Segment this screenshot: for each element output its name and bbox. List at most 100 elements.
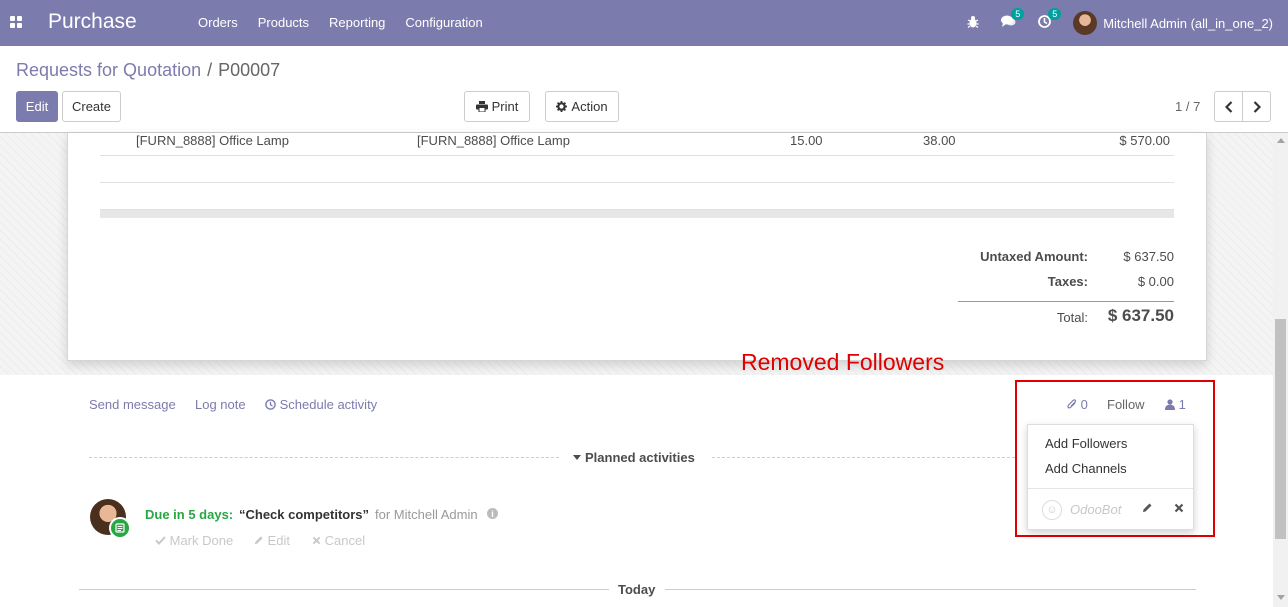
print-label: Print (491, 99, 519, 114)
annotation-label: Removed Followers (741, 349, 945, 375)
activity-summary: “Check competitors” (239, 507, 370, 522)
app-brand[interactable]: Purchase (48, 10, 137, 34)
send-message-button[interactable]: Send message (89, 397, 176, 412)
add-channels-item[interactable]: Add Channels (1045, 461, 1127, 476)
activity-due: Due in 5 days: (145, 507, 234, 522)
activities-count-badge: 5 (1048, 8, 1062, 20)
apps-menu-icon[interactable] (10, 16, 22, 28)
line-subtotal: $ 570.00 (1119, 133, 1170, 148)
menu-orders[interactable]: Orders (198, 15, 238, 30)
attachments-count: 0 (1080, 397, 1088, 412)
followers-count: 1 (1178, 397, 1186, 412)
activities-icon[interactable]: 5 (1038, 8, 1062, 31)
schedule-activity-label: Schedule activity (279, 397, 378, 412)
activity-type-icon (109, 517, 131, 539)
bug-icon[interactable] (967, 15, 979, 31)
pager-previous-button[interactable] (1214, 91, 1243, 122)
activities-divider-right (712, 457, 1015, 458)
action-label: Action (571, 99, 608, 114)
systray: 5 5 Mitchell Admin (all_in_one_2) (967, 0, 1288, 46)
taxes-row: Taxes: $ 0.00 (958, 274, 1174, 299)
edit-follower-pencil-icon[interactable] (1142, 501, 1153, 516)
cancel-activity-label: Cancel (324, 533, 366, 548)
messages-icon[interactable]: 5 (1001, 8, 1025, 31)
breadcrumb-separator: / (207, 60, 213, 80)
line-description: [FURN_8888] Office Lamp (417, 133, 570, 148)
untaxed-amount-label: Untaxed Amount: (980, 249, 1088, 264)
add-followers-item[interactable]: Add Followers (1045, 436, 1127, 451)
top-navbar: Purchase Orders Products Reporting Confi… (0, 0, 1288, 46)
planned-activities-title: Planned activities (585, 450, 695, 465)
scroll-down-arrow-icon[interactable] (1277, 595, 1285, 600)
total-row: Total: $ 637.50 (958, 302, 1174, 327)
action-button[interactable]: Action (545, 91, 619, 122)
pencil-icon (254, 536, 263, 545)
mark-done-button[interactable]: Mark Done (155, 533, 233, 548)
remove-follower-close-icon[interactable] (1174, 501, 1184, 516)
pager-next-button[interactable] (1242, 91, 1271, 122)
follower-name[interactable]: OdooBot (1070, 502, 1121, 517)
menu-configuration[interactable]: Configuration (405, 15, 482, 30)
menu-products[interactable]: Products (258, 15, 309, 30)
clock-icon (265, 399, 276, 410)
taxes-label: Taxes: (1047, 274, 1088, 289)
edit-button[interactable]: Edit (16, 91, 58, 122)
follow-button[interactable]: Follow (1107, 397, 1145, 412)
paperclip-icon (1067, 399, 1077, 409)
line-quantity: 15.00 (790, 133, 823, 148)
user-icon (1165, 399, 1175, 410)
total-label: Total: (1056, 310, 1088, 325)
line-unit-price: 38.00 (923, 133, 956, 148)
messages-count-badge: 5 (1011, 8, 1025, 20)
scroll-up-arrow-icon[interactable] (1277, 138, 1285, 143)
today-separator-label: Today (612, 582, 662, 597)
breadcrumb-current: P00007 (218, 60, 281, 80)
scrollbar-thumb[interactable] (1275, 319, 1286, 539)
edit-activity-button[interactable]: Edit (254, 533, 290, 548)
planned-activities-toggle[interactable]: Planned activities (567, 450, 701, 465)
main-menu: Orders Products Reporting Configuration (188, 15, 493, 30)
taxes-value: $ 0.00 (1137, 274, 1174, 289)
followers-button[interactable]: 1 (1165, 397, 1186, 412)
breadcrumb: Requests for Quotation / P00007 (16, 60, 280, 81)
followers-dropdown: Add Followers Add Channels ☺ OdooBot (1027, 424, 1194, 530)
odoobot-avatar: ☺ (1042, 500, 1062, 520)
untaxed-amount-value: $ 637.50 (1123, 249, 1174, 264)
activity-assignee: for Mitchell Admin (375, 507, 478, 522)
cancel-activity-button[interactable]: Cancel (312, 533, 365, 548)
check-icon (155, 536, 166, 545)
log-note-button[interactable]: Log note (195, 397, 246, 412)
empty-order-row (100, 155, 1174, 183)
order-line-row[interactable]: [FURN_8888] Office Lamp [FURN_8888] Offi… (100, 133, 1174, 156)
edit-activity-label: Edit (267, 533, 291, 548)
schedule-activity-button[interactable]: Schedule activity (265, 397, 377, 412)
totals-block: Untaxed Amount: $ 637.50 Taxes: $ 0.00 T… (958, 249, 1174, 327)
info-icon[interactable]: i (487, 508, 498, 519)
untaxed-amount-row: Untaxed Amount: $ 637.50 (958, 249, 1174, 274)
close-icon (312, 536, 321, 545)
chevron-right-icon (1253, 100, 1261, 113)
pager-value[interactable]: 1 / 7 (1175, 99, 1200, 114)
create-button[interactable]: Create (62, 91, 121, 122)
caret-down-icon (573, 455, 581, 460)
user-menu[interactable]: Mitchell Admin (all_in_one_2) (1103, 16, 1273, 31)
activities-divider-left (89, 457, 559, 458)
control-panel: Requests for Quotation / P00007 Edit Creat… (0, 46, 1288, 133)
form-sheet: [FURN_8888] Office Lamp [FURN_8888] Offi… (67, 133, 1207, 361)
empty-order-row (100, 182, 1174, 210)
dropdown-divider (1028, 488, 1193, 489)
mark-done-label: Mark Done (169, 533, 234, 548)
line-product: [FURN_8888] Office Lamp (136, 133, 289, 148)
breadcrumb-parent-link[interactable]: Requests for Quotation (16, 60, 201, 80)
table-footer-bar (100, 210, 1174, 218)
today-divider-left (79, 589, 609, 590)
total-value: $ 637.50 (1107, 306, 1174, 325)
chevron-left-icon (1224, 100, 1232, 113)
menu-reporting[interactable]: Reporting (329, 15, 385, 30)
attachments-button[interactable]: 0 (1067, 397, 1088, 412)
today-divider-right (665, 589, 1196, 590)
user-avatar[interactable] (1073, 11, 1098, 35)
print-icon (475, 101, 488, 112)
print-button[interactable]: Print (464, 91, 530, 122)
page-scrollbar[interactable] (1273, 133, 1288, 607)
